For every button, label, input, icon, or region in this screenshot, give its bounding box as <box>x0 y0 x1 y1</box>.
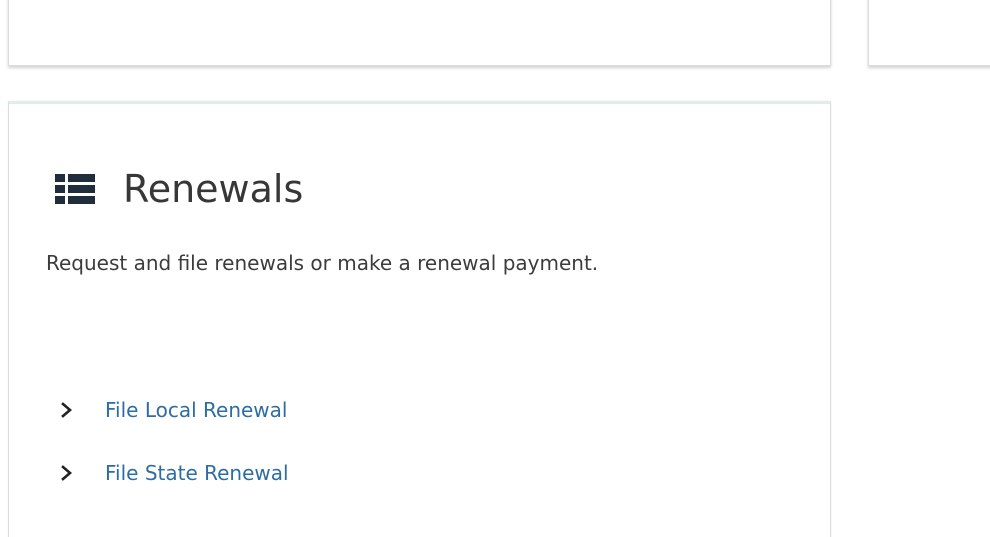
top-left-card <box>8 0 831 66</box>
chevron-right-icon <box>61 402 73 418</box>
list-icon <box>55 174 95 204</box>
top-right-card <box>868 0 990 66</box>
renewal-links-list: File Local Renewal File State Renewal <box>61 393 289 519</box>
card-title: Renewals <box>123 167 304 211</box>
page: Renewals Request and file renewals or ma… <box>0 0 990 537</box>
renewals-card: Renewals Request and file renewals or ma… <box>8 101 831 537</box>
chevron-right-icon <box>61 465 73 481</box>
file-local-renewal-item[interactable]: File Local Renewal <box>61 393 289 427</box>
card-header: Renewals <box>55 170 303 208</box>
card-description: Request and file renewals or make a rene… <box>46 251 599 275</box>
file-local-renewal-link[interactable]: File Local Renewal <box>105 398 287 422</box>
file-state-renewal-item[interactable]: File State Renewal <box>61 456 289 490</box>
file-state-renewal-link[interactable]: File State Renewal <box>105 461 289 485</box>
